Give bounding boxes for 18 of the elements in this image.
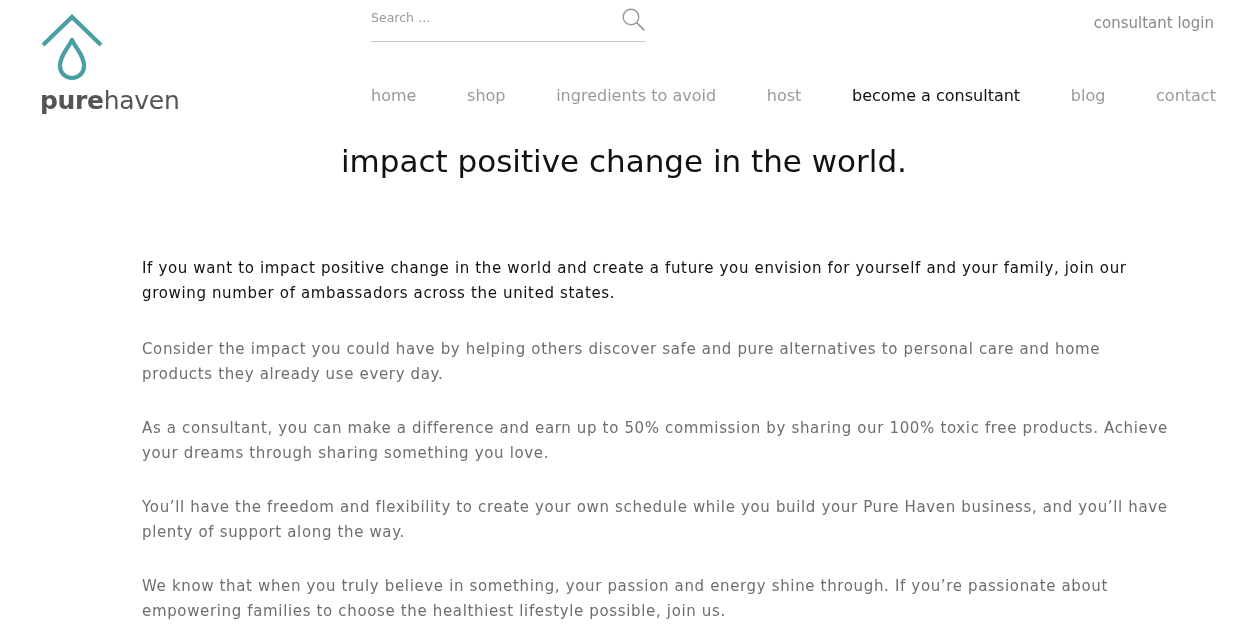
page-heading: impact positive change in the world. <box>340 142 908 181</box>
nav-link[interactable]: contact <box>1156 84 1216 108</box>
nav-link[interactable]: ingredients to avoid <box>556 84 717 108</box>
body-paragraph: Consider the impact you could have by helping others discover safe and pure alternatives to personal care and home products they already use every day. <box>142 339 1102 385</box>
house-drop-logo-icon[interactable] <box>41 14 103 81</box>
nav-link[interactable]: home <box>371 84 417 108</box>
nav-link[interactable]: shop <box>467 84 506 108</box>
logo-wordmark[interactable]: purehaven <box>40 86 180 116</box>
body-paragraph: You’ll have the freedom and flexibility to create your own schedule while you build your Pure Haven business, and you’ll have plenty of support along the way. <box>142 497 1169 543</box>
search-field[interactable]: Search … <box>371 0 646 42</box>
consultant-login-link[interactable]: consultant login <box>1093 12 1214 35</box>
search-icon[interactable] <box>622 8 645 31</box>
body-paragraph: As a consultant, you can make a difference and earn up to 50% commission by sharing our 100% toxic free products. Achieve your dreams through sharing something you love. <box>142 418 1169 464</box>
nav-link[interactable]: become a consultant <box>852 84 1021 108</box>
nav-link[interactable]: blog <box>1070 84 1106 108</box>
nav-link[interactable]: host <box>766 84 802 108</box>
body-paragraph: We know that when you truly believe in something, your passion and energy shine through. If you’re passionate about empowering families to choose the healthiest lifestyle possible, join us. <box>142 576 1110 622</box>
intro-paragraph: If you want to impact positive change in the world and create a future you envision for yourself and your family, join our growing number of ambassadors across the united states. <box>142 258 1128 304</box>
